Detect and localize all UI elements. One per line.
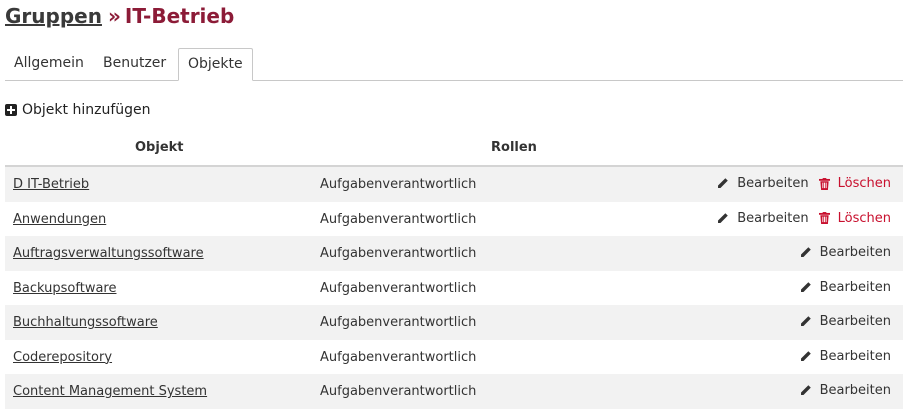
edit-button[interactable]: Bearbeiten: [799, 245, 891, 260]
edit-label: Bearbeiten: [737, 210, 809, 226]
role-cell: Aufgabenverantwortlich: [320, 246, 477, 261]
row-actions: Bearbeiten Löschen: [716, 176, 891, 191]
edit-button[interactable]: Bearbeiten: [799, 349, 891, 364]
table-row: Content Management System Aufgabenverantw…: [5, 374, 903, 409]
table-row: Buchhaltungssoftware Aufgabenverantwortli…: [5, 305, 903, 340]
row-actions: Bearbeiten: [799, 383, 891, 398]
role-cell: Aufgabenverantwortlich: [320, 280, 477, 296]
plus-square-icon: [5, 104, 17, 116]
role-cell: Aufgabenverantwortlich: [320, 177, 477, 192]
column-header-object: Objekt: [135, 140, 184, 155]
object-link[interactable]: Auftragsverwaltungssoftware: [13, 246, 204, 261]
object-link[interactable]: Anwendungen: [13, 212, 106, 227]
edit-button[interactable]: Bearbeiten: [716, 210, 809, 226]
pencil-icon: [799, 315, 816, 328]
column-header-roles: Rollen: [491, 140, 537, 155]
tab-benutzer[interactable]: Benutzer: [94, 48, 175, 80]
breadcrumb-separator: »: [107, 4, 121, 28]
edit-label: Bearbeiten: [819, 245, 891, 260]
edit-label: Bearbeiten: [819, 383, 891, 398]
row-actions: Bearbeiten: [799, 280, 891, 295]
table-body: D IT-Betrieb Aufgabenverantwortlich Bearbe…: [5, 167, 903, 409]
row-actions: Bearbeiten: [799, 349, 891, 364]
table-row: Anwendungen Aufgabenverantwortlich Bearbei…: [5, 202, 903, 237]
breadcrumb-parent-link[interactable]: Gruppen: [5, 4, 102, 28]
object-link[interactable]: Content Management System: [13, 384, 207, 399]
tab-objekte[interactable]: Objekte: [178, 48, 253, 81]
pencil-icon: [799, 281, 816, 294]
edit-button[interactable]: Bearbeiten: [716, 176, 809, 191]
table-row: Auftragsverwaltungssoftware Aufgabenveran…: [5, 236, 903, 271]
tab-bar: Allgemein Benutzer Objekte: [5, 48, 903, 81]
tab-allgemein[interactable]: Allgemein: [5, 48, 93, 80]
edit-label: Bearbeiten: [819, 279, 891, 295]
delete-label: Löschen: [837, 176, 891, 191]
row-actions: Bearbeiten: [799, 314, 891, 329]
delete-button[interactable]: Löschen: [818, 210, 891, 226]
row-actions: Bearbeiten Löschen: [716, 211, 891, 226]
role-cell: Aufgabenverantwortlich: [320, 211, 477, 227]
pencil-icon: [799, 350, 816, 363]
row-actions: Bearbeiten: [799, 245, 891, 260]
objects-table: Objekt Rollen D IT-Betrieb Aufgabenverant…: [5, 130, 903, 409]
role-cell: Aufgabenverantwortlich: [320, 384, 477, 399]
page: Gruppen» IT-Betrieb Allgemein Benutzer Ob…: [0, 0, 910, 409]
table-row: Coderepository Aufgabenverantwortlich Bear…: [5, 340, 903, 375]
object-link[interactable]: Backupsoftware: [13, 281, 116, 296]
role-cell: Aufgabenverantwortlich: [320, 315, 477, 330]
edit-label: Bearbeiten: [737, 176, 809, 191]
edit-button[interactable]: Bearbeiten: [799, 280, 891, 295]
pencil-icon: [799, 246, 816, 259]
edit-button[interactable]: Bearbeiten: [799, 383, 891, 398]
role-cell: Aufgabenverantwortlich: [320, 349, 477, 365]
edit-label: Bearbeiten: [819, 314, 891, 329]
table-row: D IT-Betrieb Aufgabenverantwortlich Bearbe…: [5, 167, 903, 202]
add-object-label: Objekt hinzufügen: [22, 102, 151, 118]
pencil-icon: [716, 212, 733, 225]
delete-label: Löschen: [837, 210, 891, 226]
edit-label: Bearbeiten: [819, 348, 891, 364]
object-link[interactable]: D IT-Betrieb: [13, 177, 89, 192]
page-title: Gruppen» IT-Betrieb: [5, 3, 234, 29]
trash-icon: [818, 177, 834, 190]
object-link[interactable]: Coderepository: [13, 350, 112, 365]
pencil-icon: [799, 384, 816, 397]
table-header: Objekt Rollen: [5, 130, 903, 167]
pencil-icon: [716, 177, 733, 190]
trash-icon: [818, 212, 834, 224]
edit-button[interactable]: Bearbeiten: [799, 314, 891, 329]
delete-button[interactable]: Löschen: [818, 176, 891, 191]
object-link[interactable]: Buchhaltungssoftware: [13, 315, 158, 330]
add-object-button[interactable]: Objekt hinzufügen: [5, 100, 151, 120]
breadcrumb-current: IT-Betrieb: [124, 4, 235, 28]
table-row: Backupsoftware Aufgabenverantwortlich Bear…: [5, 271, 903, 306]
